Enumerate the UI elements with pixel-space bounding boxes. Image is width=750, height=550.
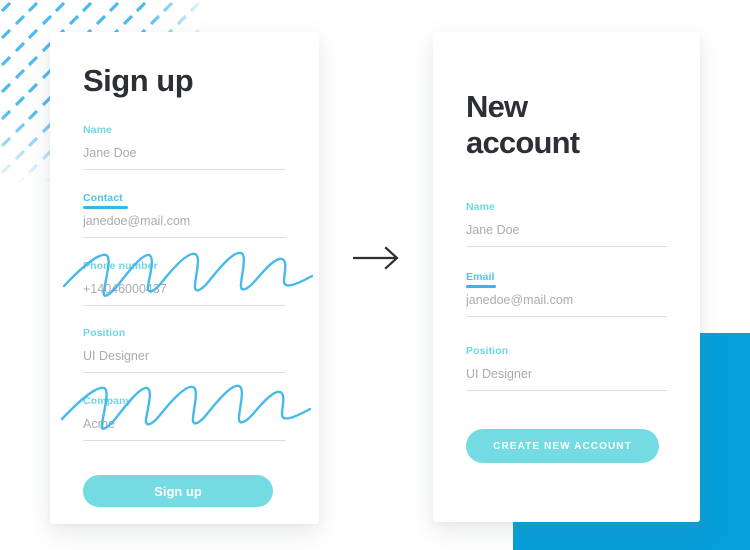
page-title: Sign up [83, 63, 194, 98]
page-title-line-1: New [466, 89, 528, 124]
create-new-account-button[interactable]: CREATE NEW ACCOUNT [466, 429, 659, 463]
new-account-card: New account Name Email Position CREATE N… [433, 32, 700, 522]
field-name: Name [466, 201, 667, 247]
field-label-email: Email [466, 271, 495, 283]
name-input[interactable] [466, 223, 667, 247]
field-label-name: Name [83, 124, 112, 136]
field-position: Position [83, 327, 286, 373]
contact-label-underline [83, 206, 128, 209]
field-label-contact: Contact [83, 192, 123, 204]
phone-number-input[interactable] [83, 282, 286, 306]
name-input[interactable] [83, 146, 286, 170]
email-input[interactable] [466, 293, 667, 317]
page-title-new-account: New account [466, 32, 667, 161]
contact-input[interactable] [83, 214, 286, 238]
page-title-line-2: account [466, 125, 580, 160]
position-input[interactable] [466, 367, 667, 391]
field-label-position: Position [466, 345, 509, 357]
field-company: Company [83, 395, 286, 441]
arrow-right-icon [353, 246, 399, 270]
company-input[interactable] [83, 417, 286, 441]
field-email: Email [466, 271, 667, 317]
field-name: Name [83, 124, 286, 170]
field-label-position: Position [83, 327, 126, 339]
field-phone-number: Phone number [83, 260, 286, 306]
email-label-underline [466, 285, 496, 288]
signup-button[interactable]: Sign up [83, 475, 273, 507]
position-input[interactable] [83, 349, 286, 373]
field-label-phone-number: Phone number [83, 260, 158, 272]
field-contact: Contact [83, 192, 286, 238]
field-label-company: Company [83, 395, 132, 407]
field-label-name: Name [466, 201, 495, 213]
signup-card: Sign up Name Contact Phone number Positi… [50, 32, 319, 524]
field-position: Position [466, 345, 667, 391]
